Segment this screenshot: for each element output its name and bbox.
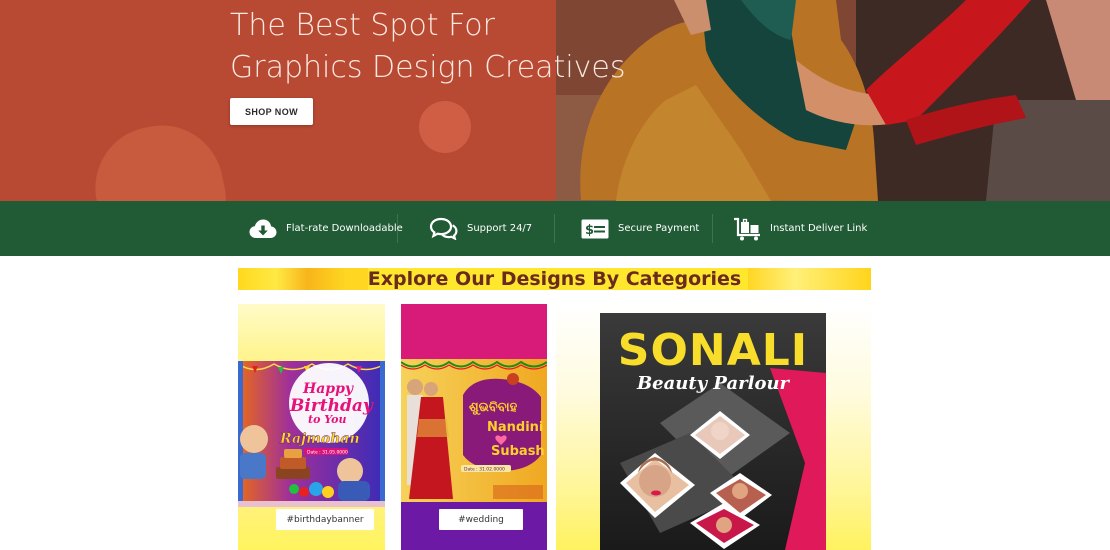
- svg-text:ଶୁଭବିବାହ: ଶୁଭବିବାହ: [469, 399, 518, 416]
- divider: [554, 214, 555, 243]
- beauty-parlour-poster-image: SONALI Beauty Parlour: [600, 313, 826, 550]
- feature-secure-payment: $ Secure Payment: [581, 201, 699, 256]
- divider: [397, 214, 398, 243]
- hero-title: The Best Spot For Graphics Design Creati…: [230, 5, 626, 89]
- svg-text:Beauty Parlour: Beauty Parlour: [636, 373, 791, 394]
- birthday-banner-image: Happy Birthday to You Rajmohan Date : 31…: [238, 361, 385, 507]
- svg-text:Subash: Subash: [491, 444, 545, 459]
- svg-text:$: $: [585, 223, 594, 238]
- feature-instant-deliver-label: Instant Deliver Link: [770, 223, 868, 234]
- feature-flat-rate: Flat-rate Downloadable: [249, 201, 403, 256]
- hero-title-line-1: The Best Spot For: [230, 8, 495, 43]
- tag-wedding[interactable]: #wedding: [439, 509, 523, 530]
- svg-text:Date : 31.05.0000: Date : 31.05.0000: [307, 450, 348, 456]
- svg-text:Happy: Happy: [302, 381, 354, 397]
- feature-support: Support 24/7: [429, 201, 532, 256]
- feature-instant-deliver: Instant Deliver Link: [733, 201, 867, 256]
- hero-banner: The Best Spot For Graphics Design Creati…: [0, 0, 1110, 201]
- wedding-banner-image: ଶୁଭବିବାହ Nandini Subash Date : 31.02.000…: [401, 359, 547, 502]
- shop-now-button[interactable]: SHOP NOW: [230, 98, 313, 125]
- hero-photo: [556, 0, 1110, 201]
- tag-birthdaybanner[interactable]: #birthdaybanner: [276, 509, 374, 530]
- svg-text:Date : 31.02.0000: Date : 31.02.0000: [464, 467, 505, 473]
- decorative-blob: [83, 114, 237, 201]
- hero-title-line-2: Graphics Design Creatives: [230, 50, 626, 85]
- feature-flat-rate-label: Flat-rate Downloadable: [286, 223, 403, 234]
- decorative-circle: [419, 101, 471, 153]
- svg-text:Rajmohan: Rajmohan: [279, 431, 360, 447]
- feature-support-label: Support 24/7: [467, 223, 533, 234]
- woman-on-armchair-image: [556, 0, 1110, 201]
- svg-text:to You: to You: [308, 413, 346, 426]
- luggage-cart-icon: [734, 217, 760, 240]
- svg-text:SONALI: SONALI: [618, 325, 808, 376]
- payment-card-icon: $: [581, 219, 609, 238]
- category-card-beauty-parlour[interactable]: SONALI Beauty Parlour: [556, 304, 871, 550]
- categories-title: Explore Our Designs By Categories: [367, 268, 742, 290]
- feature-bar: Flat-rate Downloadable Support 24/7 $ Se…: [0, 201, 1110, 256]
- feature-secure-payment-label: Secure Payment: [618, 223, 700, 234]
- divider: [712, 214, 713, 243]
- svg-text:Nandini: Nandini: [487, 420, 543, 435]
- chat-bubbles-icon: [429, 217, 458, 240]
- cloud-download-icon: [249, 219, 277, 238]
- categories-header: Explore Our Designs By Categories: [238, 268, 871, 290]
